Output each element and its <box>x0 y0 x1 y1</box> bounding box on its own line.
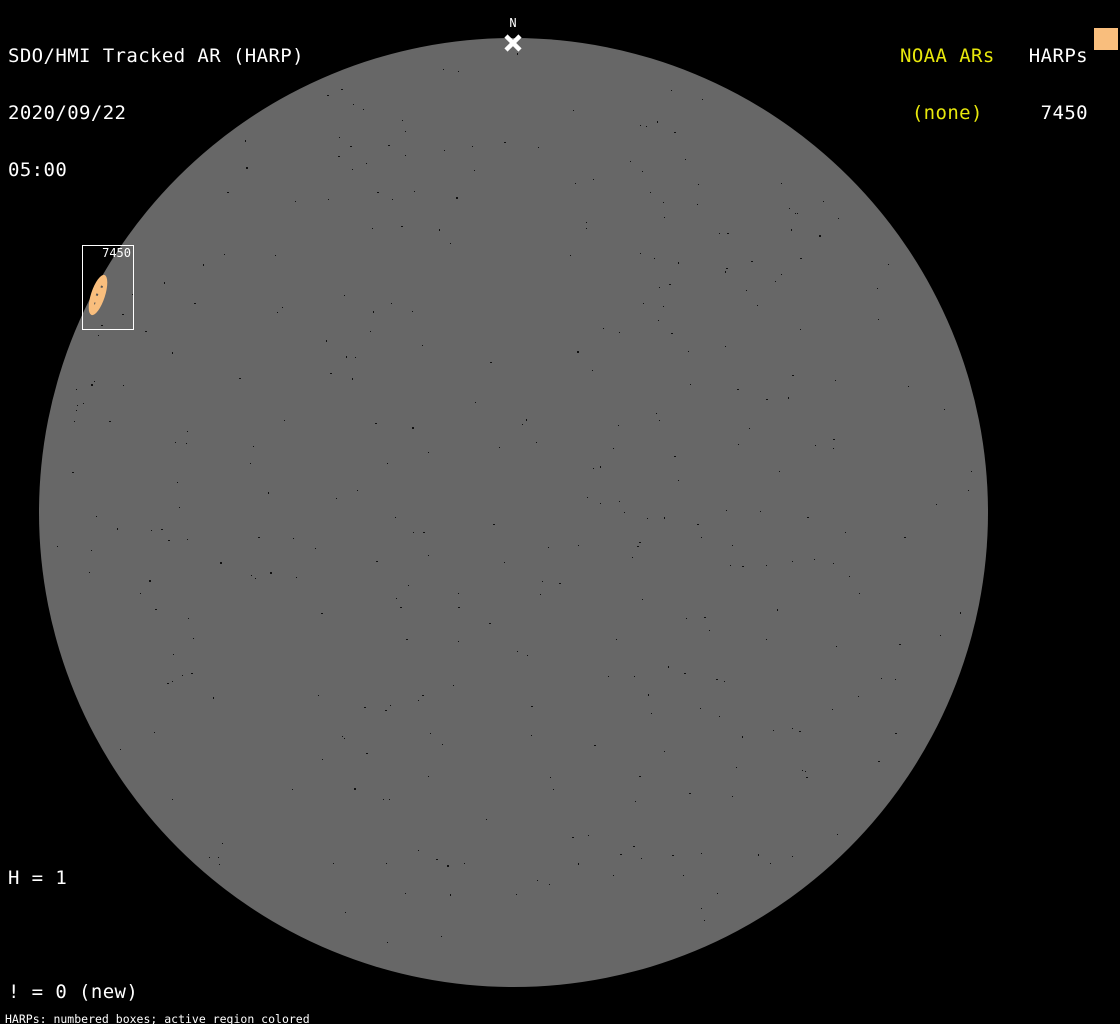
footer-harps-note: HARPs: numbered boxes; active region col… <box>5 1013 407 1024</box>
active-region-blob <box>85 273 111 317</box>
north-label: N <box>497 16 529 30</box>
sunspot-speck <box>100 285 103 288</box>
noaa-ars-legend: NOAA ARs (none) <box>900 9 995 161</box>
harp-id-label: 7450 <box>102 247 131 259</box>
harp-frame: SDO/HMI Tracked AR (HARP) 2020/09/22 05:… <box>0 0 1120 1024</box>
noaa-ars-label: NOAA ARs <box>900 47 995 66</box>
time-label: 05:00 <box>8 161 304 180</box>
harps-label: HARPs <box>1029 47 1088 66</box>
north-cross-icon <box>503 33 523 53</box>
header-block: SDO/HMI Tracked AR (HARP) 2020/09/22 05:… <box>8 9 304 218</box>
footer-notes: HARPs: numbered boxes; active region col… <box>5 989 407 1024</box>
stats-spacer <box>8 926 233 945</box>
date-label: 2020/09/22 <box>8 104 304 123</box>
stat-h-count: H = 1 <box>8 869 233 888</box>
app-title: SDO/HMI Tracked AR (HARP) <box>8 47 304 66</box>
harps-value: 7450 <box>1029 104 1088 123</box>
harp-box: 7450 <box>82 245 134 330</box>
sunspot-speck <box>96 293 99 296</box>
harps-legend: HARPs 7450 <box>1029 9 1088 161</box>
noaa-ars-value: (none) <box>900 104 995 123</box>
harp-color-swatch <box>1094 28 1118 50</box>
sunspot-speck <box>94 302 96 304</box>
